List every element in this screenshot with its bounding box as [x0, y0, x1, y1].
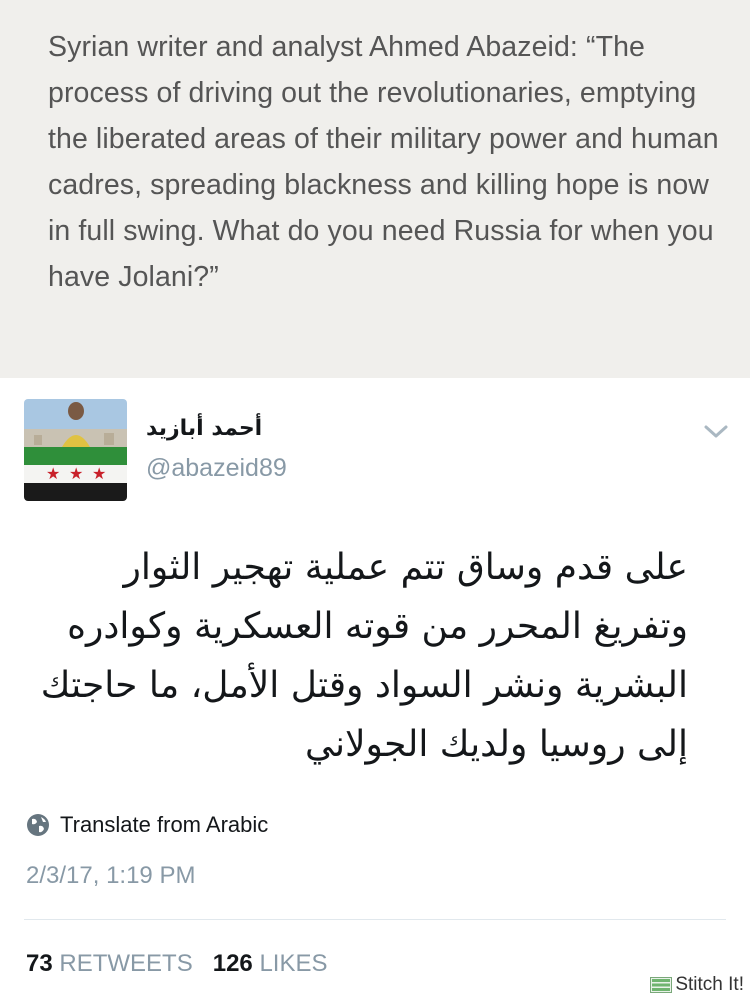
- retweets-label[interactable]: RETWEETS: [59, 950, 192, 977]
- stitch-icon: [650, 977, 673, 993]
- caption-text: Syrian writer and analyst Ahmed Abazeid:…: [48, 31, 719, 293]
- likes-count[interactable]: 126: [213, 950, 253, 977]
- svg-text:★: ★: [92, 464, 106, 483]
- tweet-timestamp[interactable]: 2/3/17, 1:19 PM: [26, 862, 195, 890]
- translate-label: Translate from Arabic: [60, 812, 269, 837]
- globe-icon: [27, 814, 49, 836]
- avatar-image: ★ ★ ★: [24, 399, 127, 501]
- avatar[interactable]: ★ ★ ★: [24, 399, 127, 501]
- svg-text:★: ★: [69, 464, 83, 483]
- tweet-card[interactable]: ★ ★ ★ أحمد أبازيد @abazeid89 على قدم وسا…: [0, 378, 750, 1002]
- svg-text:★: ★: [46, 464, 60, 483]
- tweet-text: على قدم وساق تتم عملية تهجير الثوار وتفر…: [40, 547, 688, 765]
- chevron-down-icon[interactable]: [702, 422, 730, 442]
- user-handle[interactable]: @abazeid89: [146, 454, 287, 483]
- caption-area: Syrian writer and analyst Ahmed Abazeid:…: [0, 0, 750, 378]
- divider: [24, 919, 726, 920]
- translate-button[interactable]: Translate from Arabic: [26, 810, 268, 840]
- stitch-label: Stitch It!: [675, 974, 744, 995]
- display-name[interactable]: أحمد أبازيد: [146, 416, 346, 441]
- display-name-text: أحمد أبازيد: [146, 416, 263, 441]
- tweet-stats: 73 RETWEETS 126 LIKES: [26, 950, 328, 978]
- retweets-count[interactable]: 73: [26, 950, 53, 977]
- likes-label[interactable]: LIKES: [259, 950, 327, 977]
- stitch-watermark: Stitch It!: [650, 974, 744, 996]
